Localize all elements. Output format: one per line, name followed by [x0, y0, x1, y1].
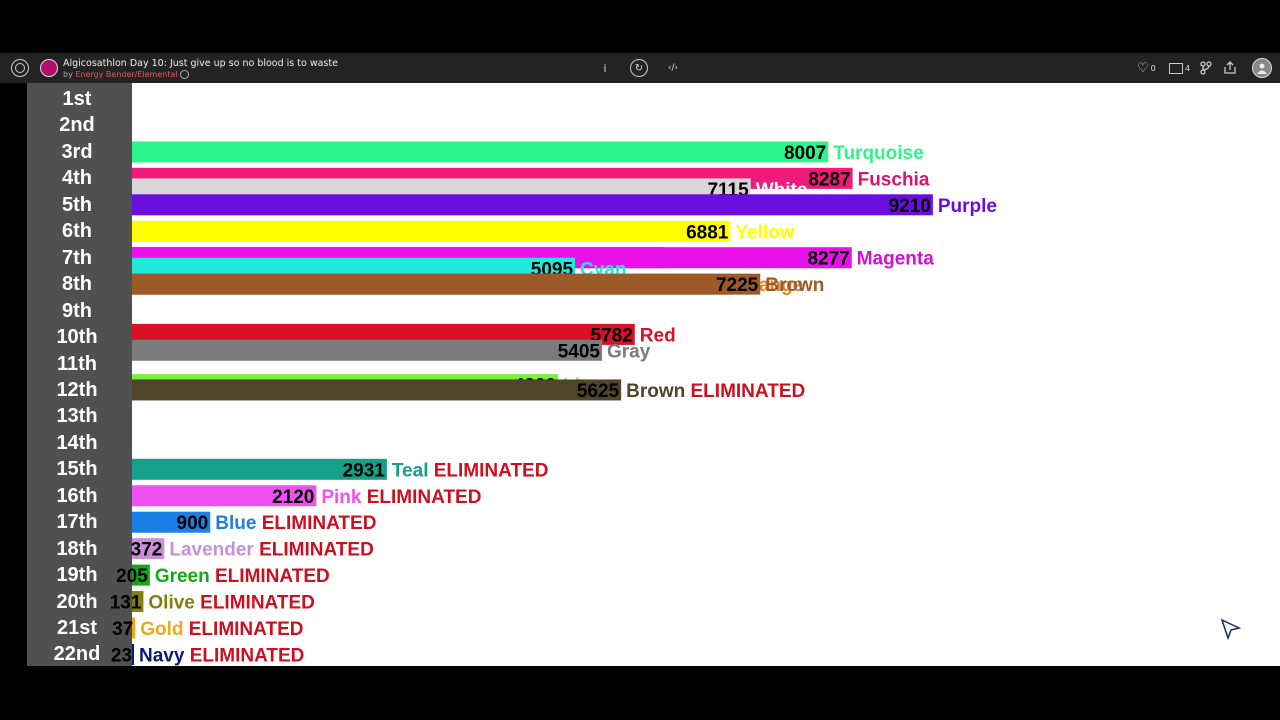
- bar-value-label: 23: [111, 645, 132, 666]
- user-avatar[interactable]: [1252, 58, 1272, 78]
- bar-name-label: Brown ELIMINATED: [626, 381, 805, 402]
- bar-name-label: Blue ELIMINATED: [215, 513, 376, 534]
- bar-value-label: 900: [177, 513, 209, 534]
- project-title: Algicosathlon Day 10: Just give up so no…: [63, 58, 338, 69]
- comments-button[interactable]: 4: [1169, 60, 1195, 76]
- restart-icon[interactable]: ↻: [630, 59, 648, 77]
- bar-turquoise: [132, 141, 829, 163]
- animation-stage[interactable]: 1st 2nd 3rd 4th 5th 6th 7th 8th 9th 10th 11th 12th 1…: [27, 83, 1280, 666]
- bar-value-label: 8277: [807, 249, 849, 270]
- eliminated-label: ELIMINATED: [256, 513, 376, 534]
- bar-value-label: 6881: [686, 222, 729, 243]
- bar-value-label: 7225: [716, 275, 759, 296]
- bar-name-label: Green ELIMINATED: [155, 566, 330, 587]
- share-icon[interactable]: [1222, 60, 1238, 76]
- bar-brown: [132, 273, 761, 295]
- bar-yellow: [132, 220, 731, 242]
- like-count: 0: [1150, 63, 1156, 73]
- bar-value-label: 2931: [343, 460, 386, 481]
- video-bottom-bar: [0, 666, 1280, 720]
- eliminated-label: ELIMINATED: [254, 540, 374, 561]
- by-label: by: [63, 70, 73, 79]
- bar-name-label: Olive ELIMINATED: [148, 593, 314, 614]
- info-button[interactable]: i: [597, 60, 613, 76]
- mouse-cursor-icon: [1220, 618, 1242, 645]
- bar-brown: [132, 379, 622, 401]
- window-title-bar: Algicosathlon Day 10: Just give up so no…: [0, 53, 1280, 83]
- bar-name-label: Navy ELIMINATED: [139, 645, 304, 666]
- bar-name-label: Fuschia: [858, 169, 930, 190]
- bar-name-label: Purple: [938, 196, 997, 217]
- code-button[interactable]: ‹/›: [665, 60, 681, 76]
- eliminated-label: ELIMINATED: [183, 619, 303, 640]
- heart-icon: ♡: [1137, 60, 1149, 76]
- bar-name-label: Gray: [607, 341, 651, 362]
- bar-value-label: 5625: [577, 381, 620, 402]
- bar-value-label: 131: [110, 593, 142, 614]
- bar-name-label: Magenta: [857, 249, 935, 270]
- eliminated-label: ELIMINATED: [685, 381, 805, 402]
- project-byline: by Energy Bender/Elemental: [63, 70, 190, 79]
- comment-count: 4: [1185, 63, 1191, 73]
- bar-value-label: 5405: [558, 341, 601, 362]
- bar-value-label: 8287: [808, 169, 850, 190]
- bar-navy: [132, 643, 134, 665]
- bar-name-label: Lavender ELIMINATED: [169, 540, 373, 561]
- bar-name-label: Yellow: [735, 222, 794, 243]
- eliminated-label: ELIMINATED: [361, 487, 481, 508]
- bar-value-label: 2120: [272, 487, 314, 508]
- eliminated-label: ELIMINATED: [195, 593, 315, 614]
- bar-name-label: Gold ELIMINATED: [140, 619, 303, 640]
- bar-gray: [132, 339, 602, 361]
- like-button[interactable]: ♡ 0: [1137, 60, 1163, 76]
- bar-name-label: Turquoise: [833, 143, 923, 164]
- author-link[interactable]: Energy Bender/Elemental: [75, 70, 177, 79]
- eliminated-label: ELIMINATED: [210, 566, 330, 587]
- bar-name-label: Brown: [765, 275, 824, 296]
- avatar[interactable]: [40, 59, 58, 77]
- bar-chart: 8007 Turquoise8287 Fuschia7115 White9210 Pur…: [110, 141, 997, 666]
- verified-icon: [180, 70, 190, 79]
- bar-value-label: 9210: [889, 196, 931, 217]
- bar-value-label: 372: [131, 540, 163, 561]
- eliminated-label: ELIMINATED: [184, 645, 304, 666]
- bar-value-label: 8007: [784, 143, 826, 164]
- bar-name-label: Teal ELIMINATED: [392, 460, 549, 481]
- bar-value-label: 205: [116, 566, 148, 587]
- home-icon[interactable]: [11, 59, 29, 77]
- bar-value-label: 37: [112, 619, 133, 640]
- bar-purple: [132, 194, 933, 216]
- comment-icon: [1169, 62, 1183, 74]
- bar-name-label: Pink ELIMINATED: [321, 487, 481, 508]
- eliminated-label: ELIMINATED: [428, 460, 548, 481]
- fork-icon[interactable]: [1198, 60, 1214, 76]
